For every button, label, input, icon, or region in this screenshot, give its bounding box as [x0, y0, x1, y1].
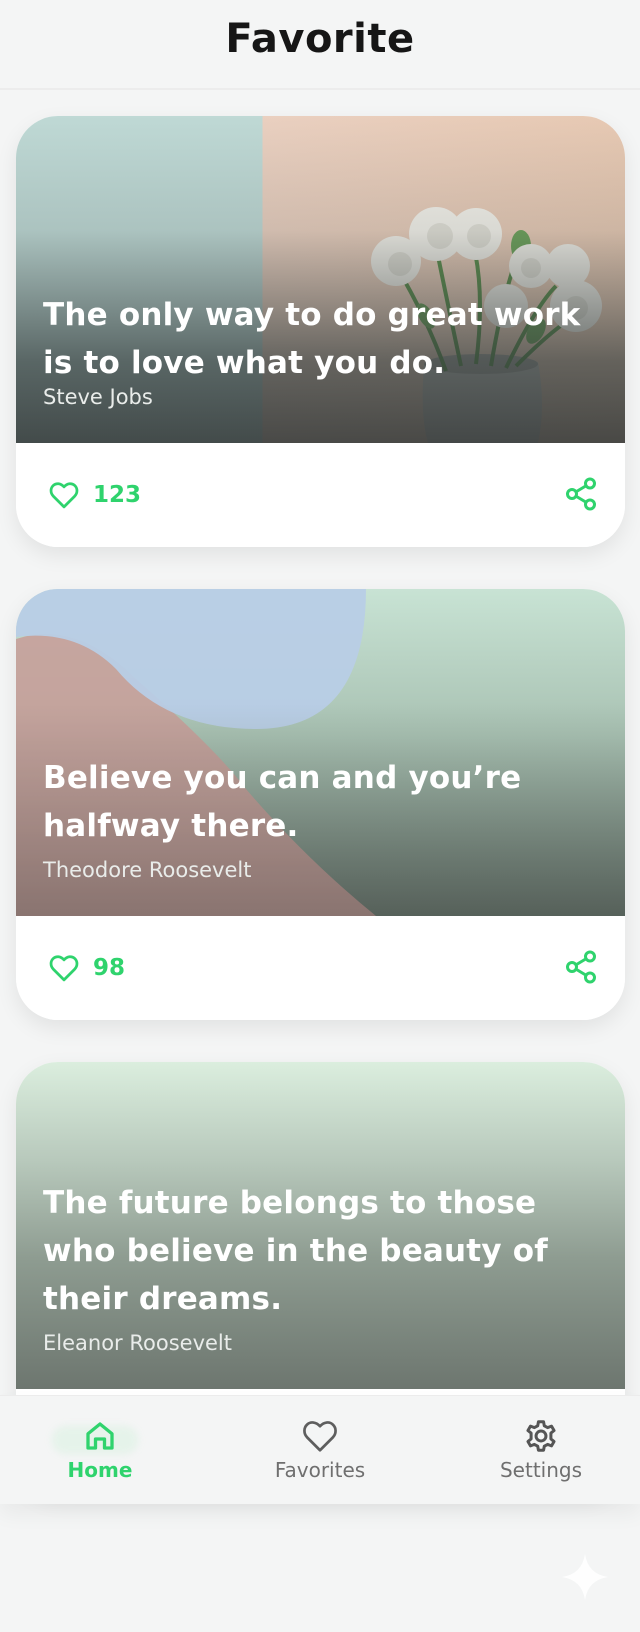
heart-outline-icon — [49, 482, 79, 509]
share-icon[interactable] — [563, 948, 599, 986]
nav-label: Home — [67, 1458, 133, 1482]
quote-card[interactable]: The only way to do great work is to love… — [16, 116, 625, 547]
card-actions: 98 — [16, 916, 625, 1020]
home-icon — [86, 1422, 114, 1450]
quote-author: Eleanor Roosevelt — [43, 1331, 232, 1355]
quote-text: The future belongs to those who believe … — [43, 1185, 548, 1317]
quote-author: Steve Jobs — [43, 385, 153, 409]
heart-outline-icon — [303, 1421, 337, 1452]
nav-label: Favorites — [274, 1458, 366, 1482]
quote-card-image: The future belongs to those who believe … — [16, 1062, 625, 1389]
nav-item-favorites[interactable]: Favorites — [250, 1418, 390, 1482]
nav-item-settings[interactable]: Settings — [471, 1418, 611, 1482]
like-button[interactable]: 98 — [49, 948, 125, 988]
nav-label: Settings — [499, 1458, 583, 1482]
share-icon[interactable] — [563, 475, 599, 513]
quote-text: The only way to do great work is to love… — [43, 297, 581, 381]
quote-author: Theodore Roosevelt — [43, 858, 252, 882]
sparkle-icon — [562, 1554, 608, 1600]
quote-card[interactable]: Believe you can and you’re halfway there… — [16, 589, 625, 1020]
gear-icon — [526, 1420, 556, 1452]
nav-item-home[interactable]: Home — [30, 1418, 170, 1482]
bottom-navigation: Home Favorites Settings — [0, 1396, 640, 1504]
heart-outline-icon — [49, 955, 79, 982]
like-count: 98 — [93, 955, 126, 981]
like-button[interactable]: 123 — [49, 475, 141, 515]
card-actions: 123 — [16, 443, 625, 547]
like-count: 123 — [93, 482, 142, 508]
quote-card-image: Believe you can and you’re halfway there… — [16, 589, 625, 916]
quote-text: Believe you can and you’re halfway there… — [43, 760, 522, 844]
page-title: Favorite — [225, 16, 415, 62]
app-header: Favorite — [0, 0, 640, 90]
quote-card-image: The only way to do great work is to love… — [16, 116, 625, 443]
